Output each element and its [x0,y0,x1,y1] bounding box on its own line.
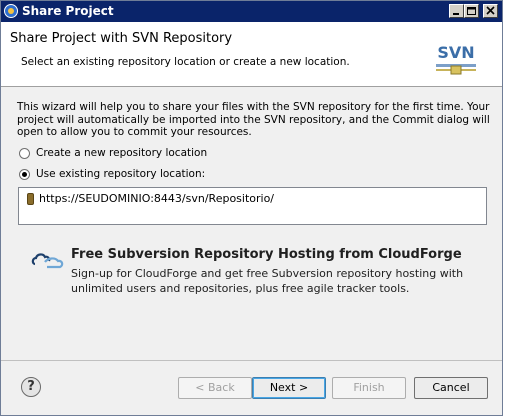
svn-logo-icon: SVN [435,39,477,75]
wizard-header: Share Project with SVN Repository Select… [1,22,502,87]
help-button[interactable]: ? [21,377,41,397]
cloudforge-icon [31,253,64,269]
next-button[interactable]: Next > [252,377,326,399]
wizard-description: This wizard will help you to share your … [17,101,490,138]
back-button[interactable]: < Back [178,377,252,399]
list-item[interactable]: https://SEUDOMINIO:8443/svn/Repositorio/ [27,192,274,205]
close-button[interactable] [483,4,498,18]
repository-url: https://SEUDOMINIO:8443/svn/Repositorio/ [39,192,275,205]
page-title: Share Project with SVN Repository [10,31,233,46]
option-use-existing-label: Use existing repository location: [36,168,206,180]
title-bar[interactable]: Share Project [1,1,502,22]
page-subtitle: Select an existing repository location o… [21,56,350,68]
radio-create-new[interactable] [19,147,30,159]
cancel-button[interactable]: Cancel [414,377,488,399]
finish-button[interactable]: Finish [332,377,406,399]
svn-logo-text: SVN [437,43,474,62]
footer-divider [1,360,502,361]
maximize-icon [467,7,476,15]
promo-title[interactable]: Free Subversion Repository Hosting from … [71,247,462,262]
repository-list[interactable]: https://SEUDOMINIO:8443/svn/Repositorio/ [18,187,487,225]
minimize-icon [453,13,459,15]
repository-icon [27,192,34,205]
option-create-new-label: Create a new repository location [36,147,208,159]
maximize-button[interactable] [464,4,479,18]
window-title: Share Project [22,4,114,18]
option-create-new[interactable]: Create a new repository location [19,146,207,160]
minimize-button[interactable] [449,4,464,18]
promo-text: Sign-up for CloudForge and get free Subv… [71,267,464,295]
share-project-dialog: Share Project Share Project with SVN Rep… [0,0,503,416]
close-icon [486,6,495,15]
app-icon [4,4,18,18]
option-use-existing[interactable]: Use existing repository location: [19,167,205,181]
radio-use-existing[interactable] [19,168,30,180]
